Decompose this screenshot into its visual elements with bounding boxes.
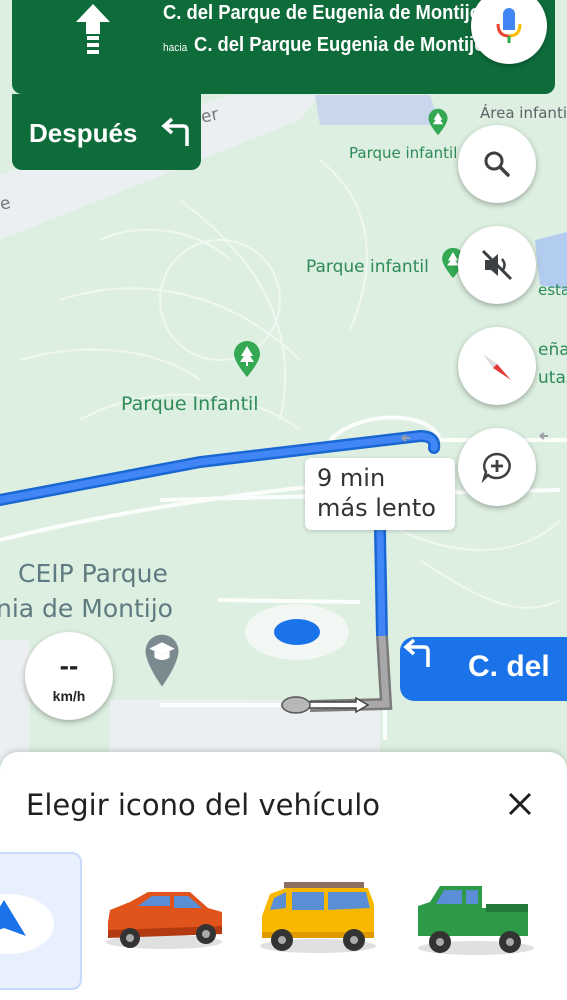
- turn-left-icon: [161, 117, 189, 146]
- map-label: esta: [538, 281, 567, 299]
- report-button[interactable]: [458, 428, 536, 506]
- next-turn-street: C. del: [468, 650, 550, 683]
- eta-comparison: más lento: [317, 494, 436, 522]
- volume-off-icon: [481, 249, 513, 281]
- eta-comparison-card[interactable]: 9 min más lento: [305, 458, 455, 530]
- map-label: Parque Infantil: [121, 393, 259, 415]
- compass-button[interactable]: [458, 327, 536, 405]
- search-button[interactable]: [458, 125, 536, 203]
- map-label: Parque infantil: [349, 144, 458, 162]
- map-label: Parque infantil: [306, 257, 429, 277]
- school-icon[interactable]: [143, 632, 181, 688]
- close-button[interactable]: [498, 782, 542, 826]
- map-label: CEIP Parque: [18, 559, 168, 588]
- vehicle-option-sedan[interactable]: [100, 852, 230, 982]
- toward-row: hacia C. del Parque Eugenia de Montijo: [163, 34, 485, 57]
- close-icon: [508, 792, 532, 816]
- sheet-title: Elegir icono del vehículo: [26, 788, 381, 822]
- toward-label: hacia: [163, 42, 188, 54]
- eta-time: 9 min: [317, 464, 386, 492]
- speed-value: --: [59, 650, 79, 681]
- vehicle-option-suv[interactable]: [256, 852, 386, 982]
- vehicle-option-pickup[interactable]: [412, 852, 542, 982]
- map-label: Área infantil: [480, 104, 567, 122]
- vehicle-option-arrow[interactable]: [0, 852, 82, 990]
- then-label: Después: [29, 118, 138, 148]
- turn-left-icon: [403, 638, 430, 667]
- navigation-arrow-icon: [0, 894, 54, 954]
- add-comment-icon: [481, 452, 511, 484]
- arrow-up-icon: [76, 4, 110, 54]
- map-label: utas: [538, 368, 567, 388]
- mic-icon: [496, 8, 522, 43]
- speedometer: -- km/h: [25, 632, 113, 720]
- vehicle-icon-sheet: Elegir icono del vehículo: [0, 752, 567, 1000]
- next-turn-badge[interactable]: C. del: [400, 637, 567, 701]
- tree-icon[interactable]: [427, 108, 449, 136]
- speed-unit: km/h: [52, 688, 86, 704]
- map-label: eña: [538, 340, 567, 360]
- current-street: C. del Parque de Eugenia de Montijo: [163, 2, 481, 24]
- navigation-banner[interactable]: C. del Parque de Eugenia de Montijo haci…: [12, 0, 555, 94]
- yellow-suv-icon: [260, 882, 376, 953]
- green-pickup-icon: [418, 886, 534, 955]
- mute-button[interactable]: [458, 226, 536, 304]
- tree-icon[interactable]: [232, 340, 262, 378]
- then-turn-card[interactable]: Después: [12, 94, 201, 170]
- red-sedan-icon: [106, 892, 222, 949]
- compass-icon: [483, 354, 511, 380]
- map-label: nia de Montijo: [0, 594, 173, 623]
- search-icon: [484, 151, 510, 177]
- toward-street: C. del Parque Eugenia de Montijo: [194, 34, 486, 56]
